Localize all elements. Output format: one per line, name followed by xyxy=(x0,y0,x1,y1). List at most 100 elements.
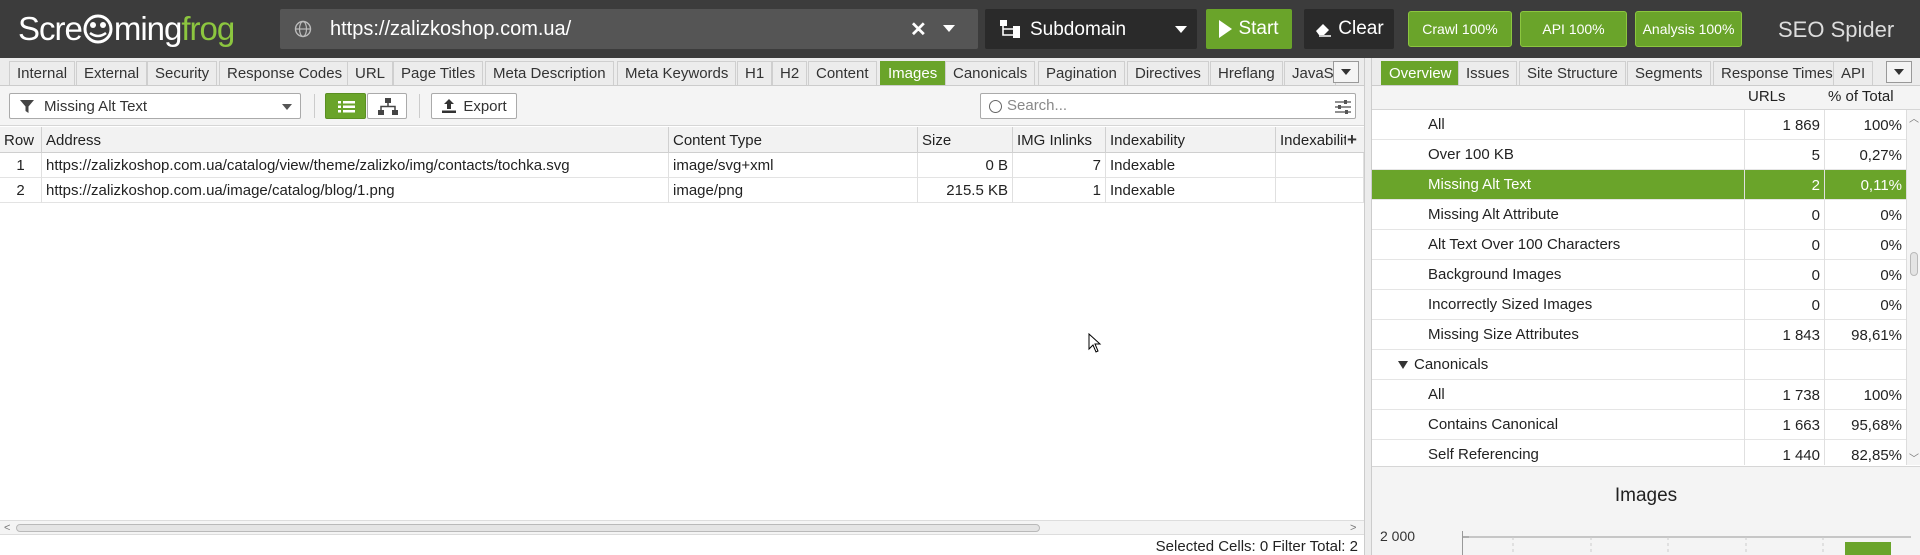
column-header-img-inlinks[interactable]: IMG Inlinks xyxy=(1013,127,1106,153)
overview-row-urls: 1 663 xyxy=(1744,410,1824,440)
horizontal-scrollbar[interactable]: < > xyxy=(0,520,1364,534)
overview-row-name: All xyxy=(1428,386,1445,403)
search-field[interactable] xyxy=(980,93,1356,119)
tab-canonicals[interactable]: Canonicals xyxy=(945,61,1036,85)
column-header-urls: URLs xyxy=(1748,88,1786,105)
overview-row[interactable]: Background Images 0 0% xyxy=(1372,260,1906,290)
tab-h1[interactable]: H1 xyxy=(737,61,773,85)
status-text: Selected Cells: 0 Filter Total: 2 xyxy=(1155,538,1358,555)
tab-response-times[interactable]: Response Times xyxy=(1713,61,1841,85)
overview-row-name: Background Images xyxy=(1428,266,1562,283)
tab-response-codes[interactable]: Response Codes xyxy=(219,61,351,85)
search-options-icon[interactable] xyxy=(1335,100,1351,114)
results-table: Row Address Content Type Size IMG Inlink… xyxy=(0,127,1364,519)
scrollbar-thumb[interactable] xyxy=(16,524,1040,532)
filter-select-value: Missing Alt Text xyxy=(44,98,148,115)
overview-row[interactable]: Over 100 KB 5 0,27% xyxy=(1372,140,1906,170)
overview-row-pct: 100% xyxy=(1824,380,1906,410)
overview-row[interactable]: Missing Size Attributes 1 843 98,61% xyxy=(1372,320,1906,350)
scroll-left-icon[interactable]: < xyxy=(4,522,10,534)
chart-gridlines xyxy=(1463,536,1911,555)
overview-row[interactable]: Alt Text Over 100 Characters 0 0% xyxy=(1372,230,1906,260)
list-view-button[interactable] xyxy=(325,93,366,119)
filter-toolbar: Missing Alt Text Export xyxy=(0,86,1364,126)
tab-page-titles[interactable]: Page Titles xyxy=(393,61,484,85)
scroll-right-icon[interactable]: > xyxy=(1350,522,1356,534)
scrollbar-thumb[interactable] xyxy=(1910,252,1918,276)
tab-site-structure[interactable]: Site Structure xyxy=(1519,61,1626,85)
overview-row[interactable]: All 1 738 100% xyxy=(1372,380,1906,410)
clear-url-icon[interactable]: ✕ xyxy=(910,17,927,42)
tab-pagination[interactable]: Pagination xyxy=(1038,61,1125,85)
tab-content[interactable]: Content xyxy=(808,61,877,85)
tab-images[interactable]: Images xyxy=(880,61,946,85)
overview-row[interactable]: All 1 869 100% xyxy=(1372,110,1906,140)
crawl-mode-label: Subdomain xyxy=(1030,19,1127,40)
column-header-content-type[interactable]: Content Type xyxy=(669,127,918,153)
tab-meta-keywords[interactable]: Meta Keywords xyxy=(617,61,737,85)
toolbar-divider xyxy=(314,94,315,118)
tab-external[interactable]: External xyxy=(76,61,148,85)
crawl-progress-badge: Crawl 100% xyxy=(1408,11,1512,47)
scroll-up-icon[interactable]: ︿ xyxy=(1909,110,1919,125)
url-bar[interactable]: https://zalizkoshop.com.ua/ ✕ xyxy=(280,9,978,49)
table-row[interactable]: 1 https://zalizkoshop.com.ua/catalog/vie… xyxy=(0,153,1364,178)
panel-splitter[interactable] xyxy=(1364,58,1372,555)
upload-icon xyxy=(442,99,457,113)
column-header-indexability[interactable]: Indexability xyxy=(1106,127,1276,153)
start-button[interactable]: Start xyxy=(1206,9,1292,49)
overview-row-urls: 1 843 xyxy=(1744,320,1824,350)
overview-header: URLs % of Total xyxy=(1372,86,1920,110)
crawl-mode-select[interactable]: Subdomain xyxy=(985,9,1197,49)
tab-javascript[interactable]: JavaS xyxy=(1284,61,1336,85)
tab-url[interactable]: URL xyxy=(347,61,394,85)
filter-select[interactable]: Missing Alt Text xyxy=(9,93,301,119)
clear-button[interactable]: Clear xyxy=(1304,9,1394,49)
tab-api[interactable]: API xyxy=(1833,61,1874,85)
expand-triangle-icon[interactable] xyxy=(1398,361,1408,369)
more-side-tabs-dropdown[interactable] xyxy=(1886,61,1912,83)
tab-security[interactable]: Security xyxy=(147,61,218,85)
scroll-down-icon[interactable]: ﹀ xyxy=(1909,450,1919,465)
export-button[interactable]: Export xyxy=(431,93,517,119)
add-column-icon[interactable]: + xyxy=(1347,130,1357,150)
overview-row-pct: 98,61% xyxy=(1824,320,1906,350)
overview-row-urls: 1 440 xyxy=(1744,440,1824,465)
tab-overview[interactable]: Overview xyxy=(1381,61,1460,85)
tree-view-button[interactable] xyxy=(367,93,407,119)
overview-group-row[interactable]: Canonicals xyxy=(1372,350,1906,380)
url-history-dropdown-icon[interactable] xyxy=(943,25,955,32)
side-panel-tabs: Overview Issues Site Structure Segments … xyxy=(1372,58,1920,86)
column-header-size[interactable]: Size xyxy=(918,127,1013,153)
app-logo: Scre ming frog xyxy=(18,10,235,47)
overview-row[interactable]: Self Referencing 1 440 82,85% xyxy=(1372,440,1906,465)
overview-row-name: Alt Text Over 100 Characters xyxy=(1428,236,1621,253)
chevron-down-icon xyxy=(282,104,292,110)
tab-meta-description[interactable]: Meta Description xyxy=(485,61,614,85)
overview-row[interactable]: Missing Alt Attribute 0 0% xyxy=(1372,200,1906,230)
more-tabs-dropdown[interactable] xyxy=(1333,61,1359,83)
overview-row-urls: 0 xyxy=(1744,230,1824,260)
overview-row-urls: 1 738 xyxy=(1744,380,1824,410)
overview-row-name: Incorrectly Sized Images xyxy=(1428,296,1593,313)
table-header: Row Address Content Type Size IMG Inlink… xyxy=(0,127,1364,153)
overview-row[interactable]: Contains Canonical 1 663 95,68% xyxy=(1372,410,1906,440)
tab-segments[interactable]: Segments xyxy=(1627,61,1711,85)
overview-row[interactable]: Missing Alt Text 2 0,11% xyxy=(1372,170,1906,200)
overview-row[interactable]: Incorrectly Sized Images 0 0% xyxy=(1372,290,1906,320)
tab-internal[interactable]: Internal xyxy=(9,61,76,85)
search-input[interactable] xyxy=(1007,97,1307,114)
tab-issues[interactable]: Issues xyxy=(1458,61,1518,85)
tab-directives[interactable]: Directives xyxy=(1127,61,1209,85)
top-bar: Scre ming frog https://zalizkoshop.com.ua… xyxy=(0,0,1920,58)
product-name: SEO Spider xyxy=(1778,17,1895,42)
tab-hreflang[interactable]: Hreflang xyxy=(1210,61,1283,85)
column-header-address[interactable]: Address xyxy=(42,127,669,153)
column-header-row[interactable]: Row xyxy=(0,127,42,153)
vertical-scrollbar[interactable]: ︿ ﹀ xyxy=(1906,110,1920,465)
column-header-indexability-status[interactable]: Indexabilit xyxy=(1276,127,1346,153)
url-input[interactable]: https://zalizkoshop.com.ua/ xyxy=(330,18,571,41)
globe-icon xyxy=(294,20,312,38)
table-row[interactable]: 2 https://zalizkoshop.com.ua/image/catal… xyxy=(0,178,1364,203)
tab-h2[interactable]: H2 xyxy=(772,61,808,85)
